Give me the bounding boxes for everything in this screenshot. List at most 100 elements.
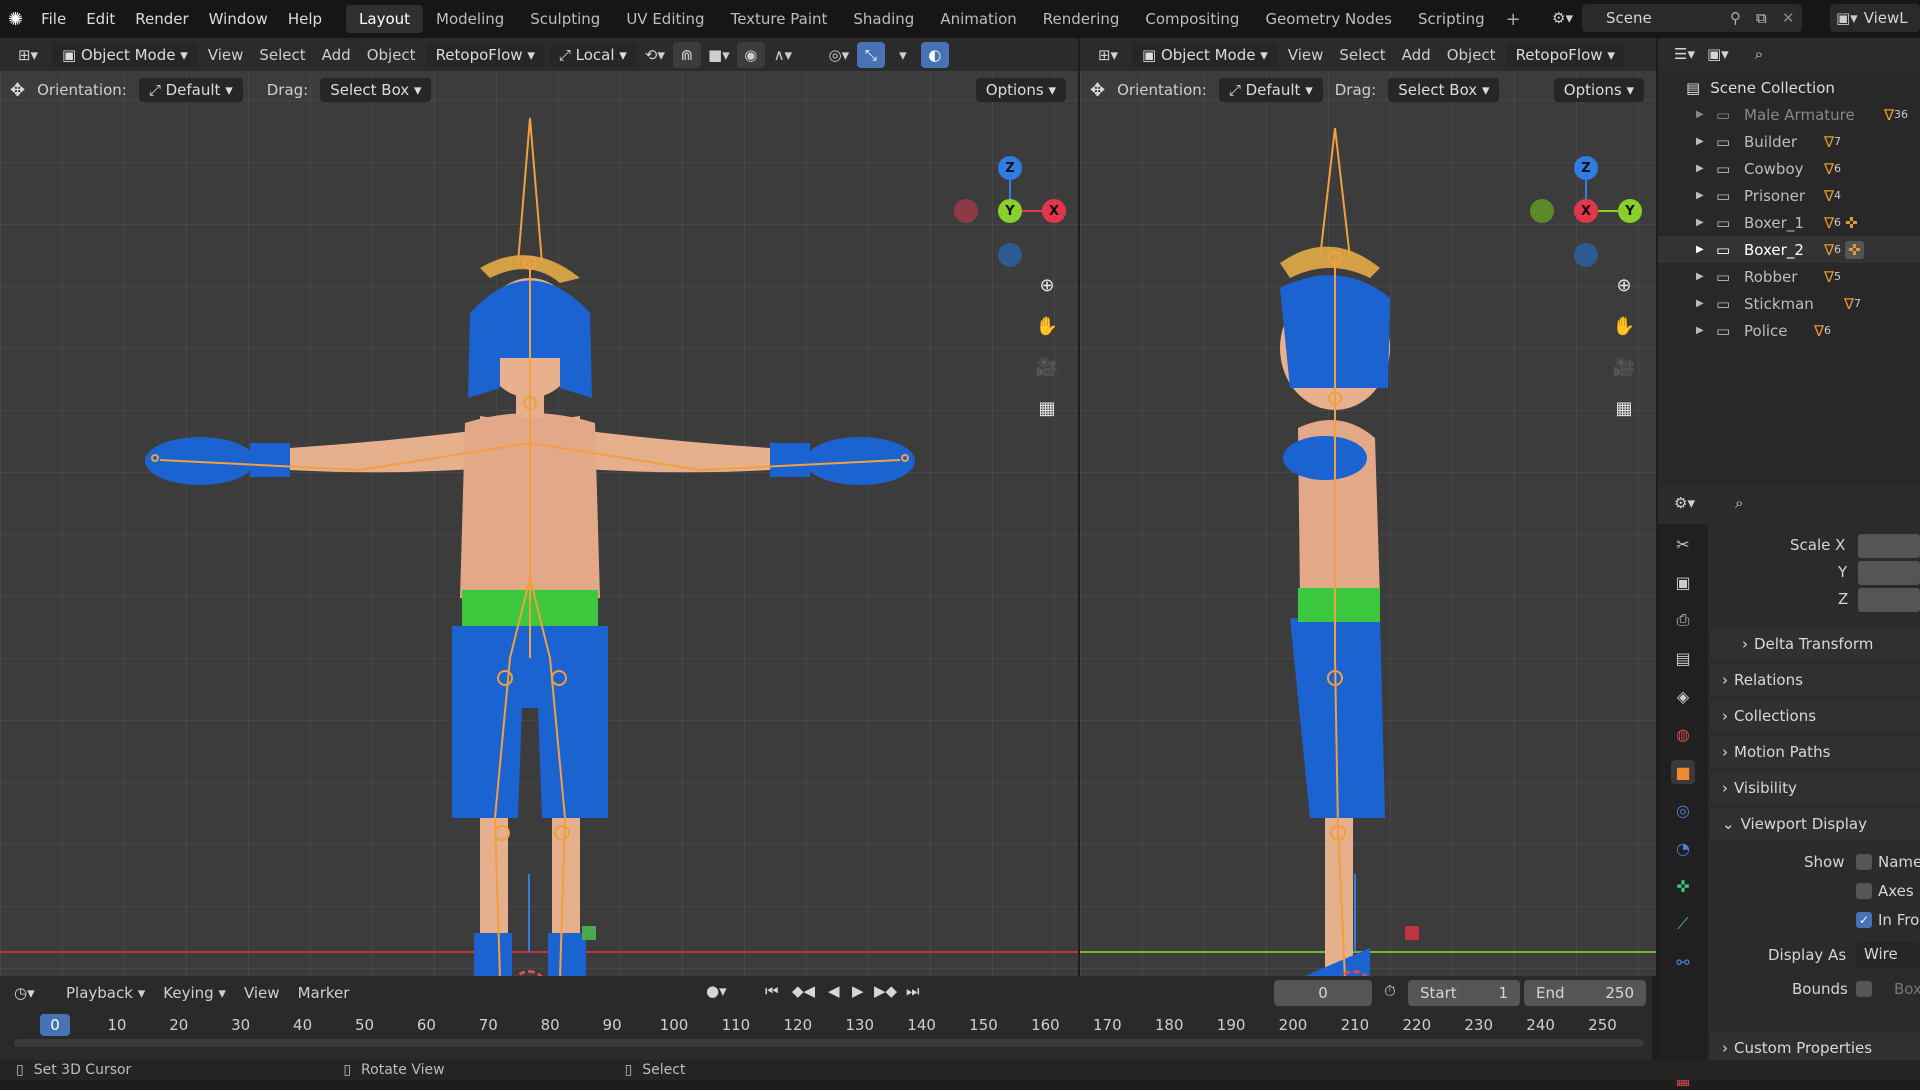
tab-uv-editing[interactable]: UV Editing: [613, 5, 717, 33]
tool-tab-icon[interactable]: ✂: [1671, 532, 1695, 556]
modifier-tab-icon[interactable]: ◎: [1671, 798, 1695, 822]
menu-select-right[interactable]: Select: [1333, 46, 1391, 64]
display-mode-icon[interactable]: ☰▾: [1674, 45, 1695, 63]
editor-type-icon[interactable]: ◷▾: [14, 984, 54, 1002]
expand-arrow-icon[interactable]: ▶: [1696, 163, 1716, 174]
gizmo-x-axis[interactable]: X: [1042, 199, 1066, 223]
tab-rendering[interactable]: Rendering: [1030, 5, 1133, 33]
bounds-checkbox[interactable]: [1856, 981, 1872, 997]
retopoflow-menu-right[interactable]: RetopoFlow ▾: [1505, 42, 1625, 67]
view-layer-tab-icon[interactable]: ▤: [1671, 646, 1695, 670]
current-frame-field[interactable]: 0: [1274, 980, 1372, 1006]
tab-compositing[interactable]: Compositing: [1132, 5, 1252, 33]
scene-tab-icon[interactable]: ◈: [1671, 684, 1695, 708]
gizmo-z-axis[interactable]: Z: [998, 156, 1022, 180]
pivot-icon[interactable]: ⟲▾: [641, 42, 669, 68]
panel-delta-transform[interactable]: › Delta Transform: [1710, 628, 1920, 660]
timeline-scrollbar[interactable]: [14, 1039, 1644, 1047]
panel-visibility[interactable]: › Visibility: [1710, 772, 1920, 804]
delete-scene-icon[interactable]: ✕: [1782, 9, 1802, 27]
scene-field[interactable]: Scene ⚲ ⧉ ✕: [1582, 4, 1802, 32]
search-icon[interactable]: ⌕: [1755, 45, 1763, 63]
tab-shading[interactable]: Shading: [840, 5, 927, 33]
menu-add[interactable]: Add: [316, 46, 357, 64]
play-icon[interactable]: ▶: [852, 982, 864, 1000]
scene-selector-icon[interactable]: ⚙▾: [1552, 9, 1573, 27]
transform-orientation-dropdown[interactable]: ⤢ Local ▾: [548, 42, 637, 67]
options-dropdown-right[interactable]: Options ▾: [1553, 78, 1644, 102]
pan-hand-icon-right[interactable]: ✋: [1607, 309, 1641, 343]
expand-arrow-icon[interactable]: ▶: [1696, 298, 1716, 309]
expand-arrow-icon[interactable]: ▶: [1696, 190, 1716, 201]
bone-tab-icon[interactable]: ⚯: [1671, 950, 1695, 974]
expand-arrow-icon[interactable]: ▶: [1696, 325, 1716, 336]
ortho-grid-icon[interactable]: ▦: [1030, 391, 1064, 425]
jump-keyframe-forward-icon[interactable]: ▶◆: [874, 982, 897, 1000]
overlay-toggle-icon[interactable]: ◐: [920, 41, 949, 68]
visibility-icon[interactable]: ◎▾: [825, 42, 853, 68]
keying-menu[interactable]: Keying ▾: [157, 984, 232, 1002]
menu-help[interactable]: Help: [278, 10, 332, 28]
menu-view-right[interactable]: View: [1282, 46, 1330, 64]
menu-edit[interactable]: Edit: [76, 10, 125, 28]
menu-select[interactable]: Select: [253, 46, 311, 64]
pan-hand-icon[interactable]: ✋: [1030, 309, 1064, 343]
search-icon[interactable]: ⌕: [1735, 494, 1743, 512]
viewport-front[interactable]: ⊞▾ ▣ Object Mode ▾ View Select Add Objec…: [0, 38, 1078, 976]
move-tool-icon-right[interactable]: ✥: [1090, 80, 1105, 101]
proportional-edit-icon[interactable]: ◉: [736, 41, 765, 68]
gizmo-dropdown-icon[interactable]: ▾: [889, 42, 917, 68]
camera-view-icon-right[interactable]: 🎥: [1607, 350, 1641, 384]
panel-relations[interactable]: › Relations: [1710, 664, 1920, 696]
editor-type-icon-right[interactable]: ⊞▾: [1088, 42, 1128, 68]
panel-collections[interactable]: › Collections: [1710, 700, 1920, 732]
expand-arrow-icon[interactable]: ▶: [1696, 271, 1716, 282]
outliner-row-cowboy[interactable]: ▶ ▭ Cowboy ∇ 6: [1658, 155, 1920, 182]
jump-start-icon[interactable]: ⏮: [765, 982, 779, 1000]
outliner-row-builder[interactable]: ▶ ▭ Builder ∇ 7: [1658, 128, 1920, 155]
constraint-tab-icon[interactable]: ✜: [1671, 874, 1695, 898]
outliner-row-boxer-1[interactable]: ▶ ▭ Boxer_1 ∇ 6 ✜: [1658, 209, 1920, 236]
editor-type-icon[interactable]: ⊞▾: [8, 42, 48, 68]
menu-file[interactable]: File: [31, 10, 76, 28]
menu-add-right[interactable]: Add: [1396, 46, 1437, 64]
outliner-row-robber[interactable]: ▶ ▭ Robber ∇ 5: [1658, 263, 1920, 290]
options-dropdown[interactable]: Options ▾: [975, 78, 1066, 102]
boxer-character-front[interactable]: [140, 98, 920, 976]
end-frame-field[interactable]: End 250: [1524, 980, 1646, 1006]
view-menu[interactable]: View: [238, 984, 286, 1002]
panel-viewport-display[interactable]: ⌄ Viewport Display: [1710, 808, 1920, 840]
outliner-row-prisoner[interactable]: ▶ ▭ Prisoner ∇ 4: [1658, 182, 1920, 209]
menu-render[interactable]: Render: [125, 10, 198, 28]
pin-icon[interactable]: ⚲: [1730, 9, 1756, 27]
gizmo-neg-y-right[interactable]: [1530, 199, 1554, 223]
menu-window[interactable]: Window: [199, 10, 278, 28]
expand-arrow-icon[interactable]: ▶: [1696, 244, 1716, 255]
jump-end-icon[interactable]: ⏭: [906, 982, 920, 1000]
physics-tab-icon[interactable]: ◔: [1671, 836, 1695, 860]
retopoflow-menu[interactable]: RetopoFlow ▾: [425, 42, 545, 67]
gizmo-y-axis-right[interactable]: Y: [1618, 199, 1642, 223]
zoom-icon[interactable]: ⊕: [1030, 268, 1064, 302]
gizmo-z-axis-right[interactable]: Z: [1574, 156, 1598, 180]
render-tab-icon[interactable]: ▣: [1671, 570, 1695, 594]
record-icon[interactable]: ●▾: [706, 982, 727, 1000]
outliner-row-police[interactable]: ▶ ▭ Police ∇ 6: [1658, 317, 1920, 344]
in-front-checkbox[interactable]: ✓: [1856, 912, 1872, 928]
axes-checkbox[interactable]: [1856, 883, 1872, 899]
world-tab-icon[interactable]: ◍: [1671, 722, 1695, 746]
move-tool-icon[interactable]: ✥: [10, 80, 25, 101]
tab-geometry-nodes[interactable]: Geometry Nodes: [1252, 5, 1405, 33]
gizmo-y-axis[interactable]: Y: [998, 199, 1022, 223]
menu-view[interactable]: View: [202, 46, 250, 64]
editor-type-icon[interactable]: ⚙▾: [1674, 494, 1695, 512]
new-scene-icon[interactable]: ⧉: [1756, 9, 1782, 27]
scale-z-field[interactable]: [1858, 588, 1920, 612]
add-workspace-icon[interactable]: +: [1498, 9, 1529, 30]
scene-collection[interactable]: ▤ Scene Collection: [1658, 74, 1920, 101]
outliner-row-stickman[interactable]: ▶ ▭ Stickman ∇ 7: [1658, 290, 1920, 317]
camera-view-icon[interactable]: 🎥: [1030, 350, 1064, 384]
mode-dropdown-right[interactable]: ▣ Object Mode ▾: [1132, 42, 1278, 67]
snap-target-icon[interactable]: ■▾: [705, 42, 733, 68]
zoom-icon-right[interactable]: ⊕: [1607, 268, 1641, 302]
